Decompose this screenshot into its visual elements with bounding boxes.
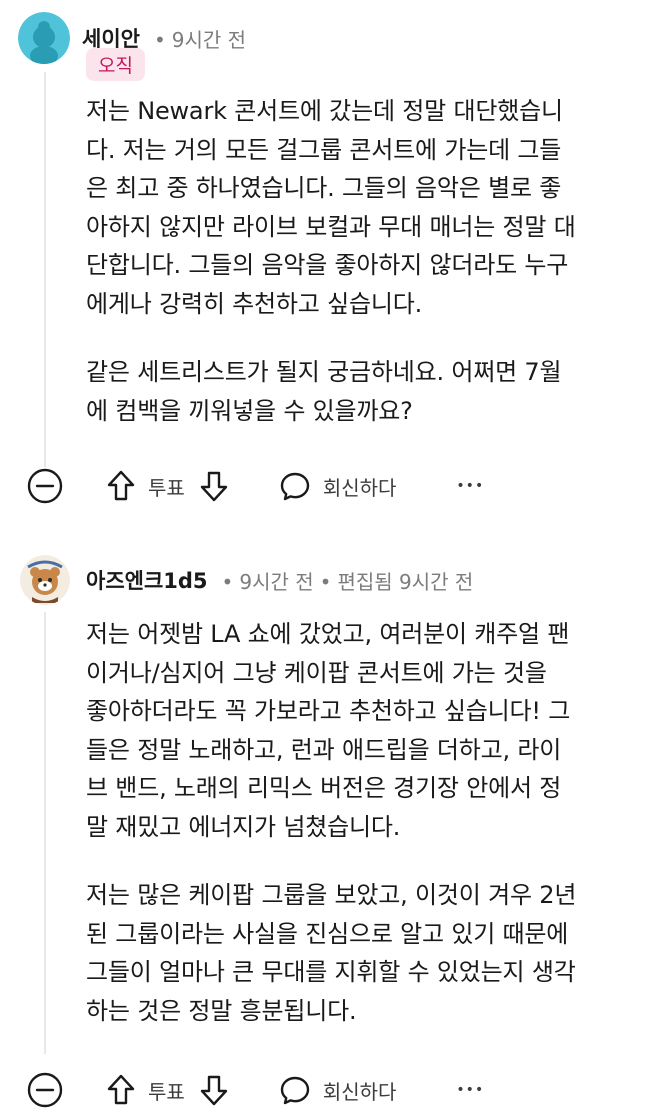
comment-actions: 투표 회신하다 ••• bbox=[26, 1070, 484, 1110]
username[interactable]: 아즈엔크1d5 bbox=[86, 565, 208, 595]
collapse-icon bbox=[27, 1072, 63, 1108]
timestamp: • 9시간 전 bbox=[153, 27, 247, 52]
comment-body: 저는 어젯밤 LA 쇼에 갔었고, 여러분이 캐주얼 팬 이거나/심지어 그냥 … bbox=[86, 615, 646, 1030]
upvote-button[interactable] bbox=[106, 469, 136, 503]
more-options-button[interactable]: ••• bbox=[456, 1082, 484, 1098]
thread-line[interactable] bbox=[44, 72, 46, 467]
more-options-button[interactable]: ••• bbox=[456, 478, 484, 494]
avatar-icon bbox=[18, 12, 70, 64]
reply-icon bbox=[280, 472, 310, 501]
comment-paragraph: 저는 어젯밤 LA 쇼에 갔었고, 여러분이 캐주얼 팬 이거나/심지어 그냥 … bbox=[86, 620, 571, 841]
avatar-icon bbox=[20, 555, 70, 605]
thread-line[interactable] bbox=[44, 612, 46, 1054]
more-icon: ••• bbox=[456, 1082, 485, 1098]
reply-label: 회신하다 bbox=[322, 475, 397, 500]
edited-label: 편집됨 9시간 전 bbox=[337, 569, 474, 594]
reply-label: 회신하다 bbox=[322, 1079, 397, 1104]
comment-header: 아즈엔크1d5 • 9시간 전 • 편집됨 9시간 전 bbox=[20, 555, 473, 605]
comment-paragraph: 저는 많은 케이팝 그룹을 보았고, 이것이 겨우 2년 된 그룹이라는 사실을… bbox=[86, 881, 577, 1025]
collapse-icon bbox=[27, 468, 63, 504]
downvote-button[interactable] bbox=[199, 1073, 229, 1107]
reply-icon bbox=[280, 1076, 310, 1105]
collapse-button[interactable] bbox=[26, 1071, 64, 1109]
upvote-icon bbox=[107, 1074, 135, 1105]
timestamp: • 9시간 전 • 편집됨 9시간 전 bbox=[221, 569, 474, 594]
comment-body: 저는 Newark 콘서트에 갔는데 정말 대단했습니 다. 저는 거의 모든 … bbox=[86, 92, 646, 430]
vote-label: 투표 bbox=[148, 475, 185, 500]
reply-button[interactable]: 회신하다 bbox=[279, 1074, 397, 1106]
avatar[interactable] bbox=[20, 555, 70, 605]
comment-paragraph: 저는 Newark 콘서트에 갔는데 정말 대단했습니 다. 저는 거의 모든 … bbox=[86, 97, 576, 318]
upvote-icon bbox=[107, 470, 135, 501]
upvote-button[interactable] bbox=[106, 1073, 136, 1107]
avatar[interactable] bbox=[18, 12, 70, 64]
comment-actions: 투표 회신하다 ••• bbox=[26, 466, 484, 506]
comment-paragraph: 같은 세트리스트가 될지 궁금하네요. 어쩌면 7월 에 컴백을 끼워넣을 수 … bbox=[86, 358, 562, 425]
collapse-button[interactable] bbox=[26, 467, 64, 505]
downvote-icon bbox=[200, 471, 228, 502]
downvote-icon bbox=[200, 1075, 228, 1106]
more-icon: ••• bbox=[456, 478, 485, 494]
vote-label: 투표 bbox=[148, 1079, 185, 1104]
reply-button[interactable]: 회신하다 bbox=[279, 470, 397, 502]
downvote-button[interactable] bbox=[199, 469, 229, 503]
user-flair: 오직 bbox=[86, 48, 145, 81]
